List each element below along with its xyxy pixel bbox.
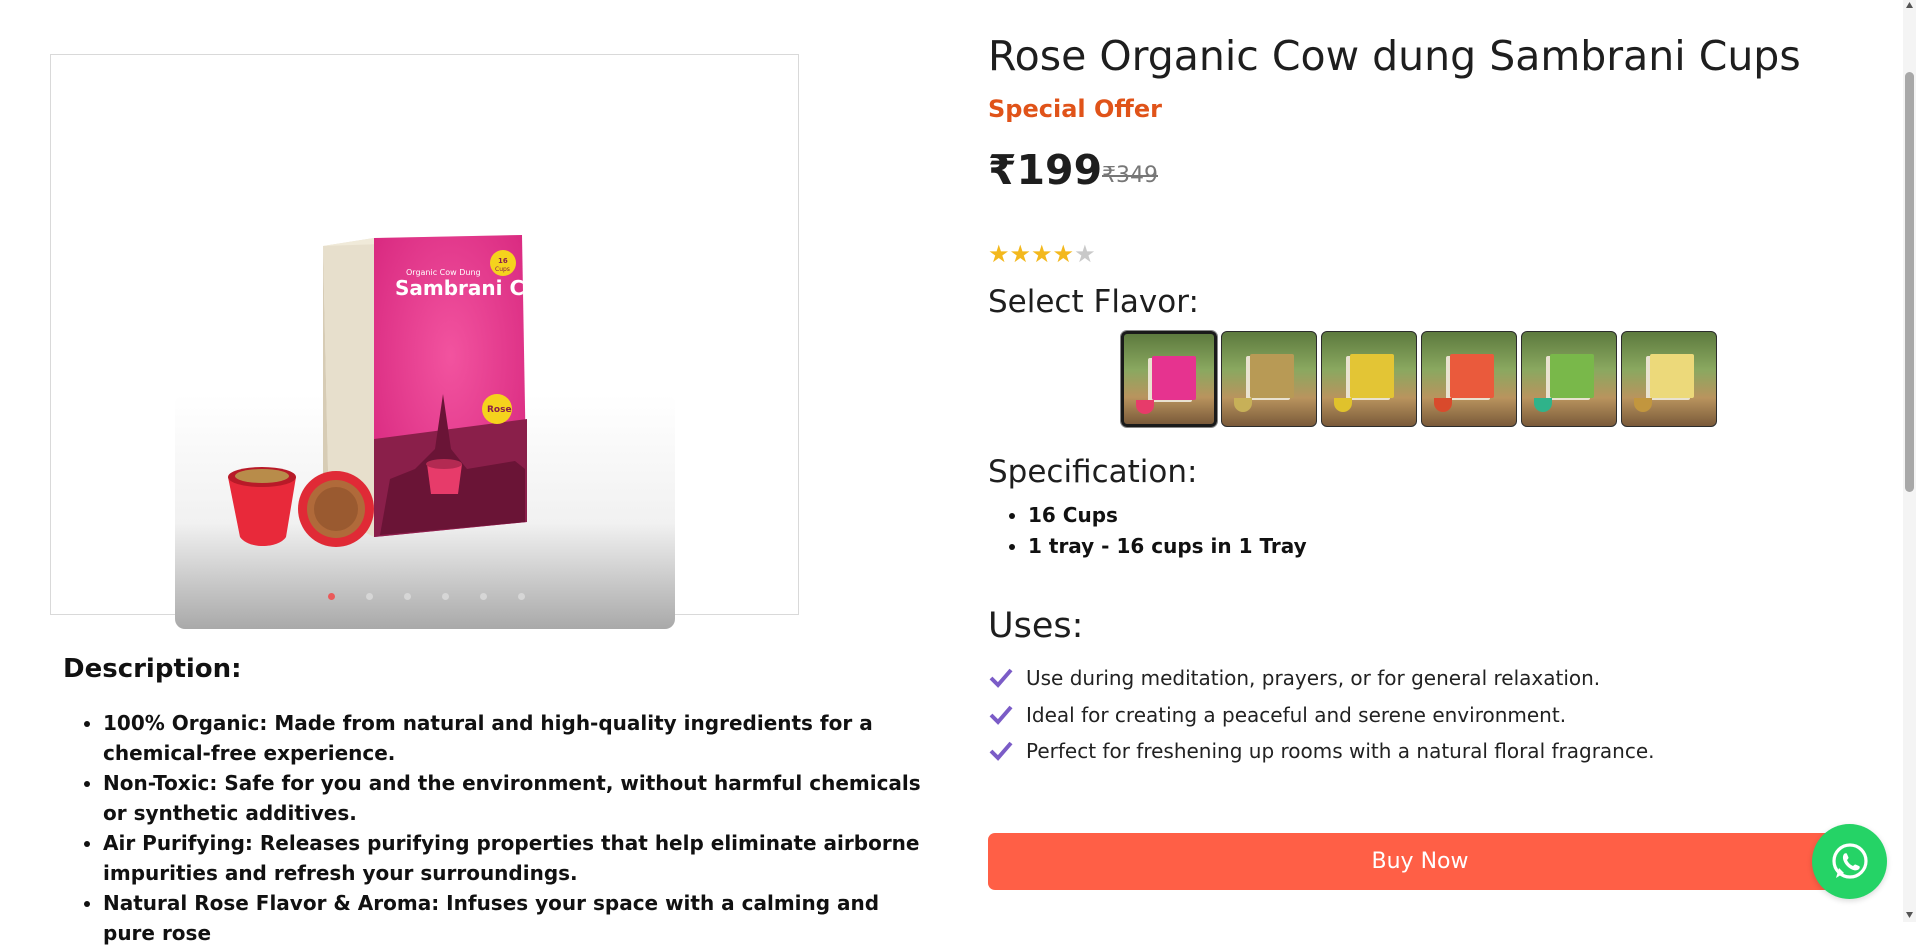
price: ₹199	[988, 146, 1103, 194]
flavor-box-thumbnail	[1350, 354, 1394, 398]
flavor-option[interactable]	[1421, 331, 1517, 427]
image-badge-count: 16	[498, 257, 508, 265]
gallery-dot[interactable]	[442, 593, 449, 600]
flavor-cup-thumbnail	[1534, 398, 1552, 412]
scrollbar-thumb[interactable]	[1905, 72, 1914, 492]
flavor-box-thumbnail	[1450, 354, 1494, 398]
check-icon	[989, 705, 1013, 725]
select-flavor-heading: Select Flavor:	[988, 284, 1199, 320]
uses-item: Perfect for freshening up rooms with a n…	[988, 733, 1655, 770]
flavor-cup-thumbnail	[1434, 398, 1452, 412]
whatsapp-chat-button[interactable]	[1812, 824, 1887, 899]
flavor-option[interactable]	[1621, 331, 1717, 427]
check-icon	[989, 668, 1013, 689]
star-icon: ★	[1052, 241, 1075, 268]
description-heading: Description:	[63, 654, 242, 684]
uses-item: Ideal for creating a peaceful and serene…	[988, 697, 1655, 734]
description-item: Air Purifying: Releases purifying proper…	[103, 828, 933, 888]
flavor-cup-thumbnail	[1634, 398, 1652, 412]
specification-heading: Specification:	[988, 454, 1198, 490]
star-icon: ★	[1074, 241, 1096, 268]
scroll-up-icon[interactable]	[1905, 0, 1914, 10]
gallery-dots	[51, 593, 798, 603]
gallery-dot[interactable]	[518, 593, 525, 600]
flavor-cup-thumbnail	[1234, 398, 1252, 412]
product-image-gallery[interactable]: Organic Cow Dung Sambrani Cups 16 Cups R…	[50, 54, 799, 629]
flavor-option[interactable]	[1121, 331, 1217, 427]
description-item: 100% Organic: Made from natural and high…	[103, 708, 933, 768]
star-icon: ★	[1009, 241, 1032, 268]
flavor-box-thumbnail	[1152, 356, 1196, 400]
rating-stars: ★★★★★	[988, 240, 1096, 269]
image-badge-unit: Cups	[495, 266, 510, 273]
flavor-cup-thumbnail	[1334, 398, 1352, 412]
whatsapp-icon	[1831, 842, 1868, 879]
flavor-box-thumbnail	[1250, 354, 1294, 398]
flavor-cup-thumbnail	[1136, 400, 1154, 414]
uses-item-text: Use during meditation, prayers, or for g…	[1026, 666, 1601, 691]
gallery-dot[interactable]	[328, 593, 335, 600]
gallery-dot[interactable]	[404, 593, 411, 600]
gallery-dot[interactable]	[366, 593, 373, 600]
uses-item-text: Ideal for creating a peaceful and serene…	[1026, 702, 1567, 727]
image-box-title: Sambrani Cups	[395, 276, 565, 300]
check-icon	[989, 741, 1013, 762]
product-title: Rose Organic Cow dung Sambrani Cups	[988, 32, 1801, 80]
flavor-option[interactable]	[1221, 331, 1317, 427]
uses-list: Use during meditation, prayers, or for g…	[988, 660, 1655, 770]
description-item: Natural Rose Flavor & Aroma: Infuses you…	[103, 888, 933, 948]
star-icon: ★	[1031, 241, 1053, 268]
gallery-dot[interactable]	[480, 593, 487, 600]
buy-now-button[interactable]: Buy Now	[988, 833, 1852, 890]
original-price: ₹349	[1102, 163, 1158, 188]
specification-item: 16 Cups	[1028, 500, 1307, 531]
special-offer-label: Special Offer	[988, 95, 1162, 123]
flavor-box-thumbnail	[1550, 354, 1594, 398]
flavor-option[interactable]	[1521, 331, 1617, 427]
star-icon: ★	[988, 241, 1010, 268]
specification-item: 1 tray - 16 cups in 1 Tray	[1028, 531, 1307, 562]
description-list: 100% Organic: Made from natural and high…	[63, 708, 933, 948]
specification-list: 16 Cups 1 tray - 16 cups in 1 Tray	[988, 500, 1307, 562]
description-item: Non-Toxic: Safe for you and the environm…	[103, 768, 933, 828]
uses-item: Use during meditation, prayers, or for g…	[988, 660, 1655, 697]
image-flavor-badge: Rose	[487, 405, 512, 415]
flavor-box-thumbnail	[1650, 354, 1694, 398]
uses-item-text: Perfect for freshening up rooms with a n…	[1026, 739, 1655, 764]
flavor-option[interactable]	[1321, 331, 1417, 427]
uses-heading: Uses:	[988, 606, 1084, 646]
scroll-down-icon[interactable]	[1905, 910, 1914, 920]
product-main-image[interactable]: Organic Cow Dung Sambrani Cups 16 Cups R…	[175, 179, 675, 629]
